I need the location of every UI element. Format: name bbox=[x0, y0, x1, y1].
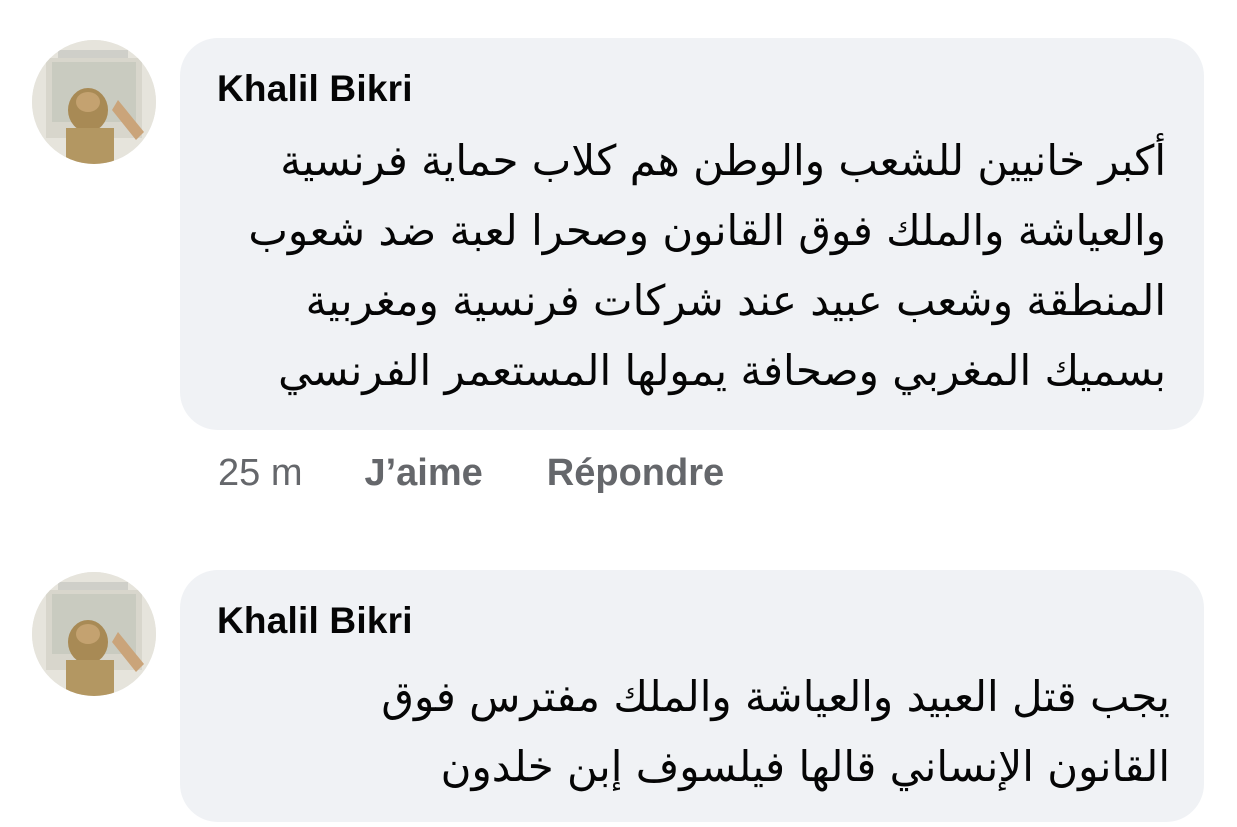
comment-text-line: يجب قتل العبيد والعياشة والملك مفترس فوق bbox=[381, 672, 1170, 721]
comment-text-line: أكبر خانيين للشعب والوطن هم كلاب حماية ف… bbox=[280, 136, 1166, 185]
comment: Khalil Bikri يجب قتل العبيد والعياشة وال… bbox=[0, 560, 1237, 827]
comment-bubble: Khalil Bikri يجب قتل العبيد والعياشة وال… bbox=[180, 570, 1204, 822]
comment-timestamp[interactable]: 25 m bbox=[218, 452, 302, 495]
reply-button[interactable]: Répondre bbox=[547, 452, 724, 495]
comment-text-line: المنطقة وشعب عبيد عند شركات فرنسية ومغرب… bbox=[305, 276, 1166, 325]
avatar[interactable] bbox=[32, 40, 156, 164]
comment: Khalil Bikri أكبر خانيين للشعب والوطن هم… bbox=[0, 0, 1237, 520]
like-button[interactable]: J’aime bbox=[364, 452, 482, 495]
comment-text: يجب قتل العبيد والعياشة والملك مفترس فوق… bbox=[210, 662, 1170, 802]
comment-author[interactable]: Khalil Bikri bbox=[217, 68, 413, 110]
comment-text-line: بسميك المغربي وصحافة يمولها المستعمر الف… bbox=[278, 346, 1166, 395]
comment-author[interactable]: Khalil Bikri bbox=[217, 600, 413, 642]
comment-text: أكبر خانيين للشعب والوطن هم كلاب حماية ف… bbox=[206, 126, 1166, 406]
comment-actions: 25 m J’aime Répondre bbox=[218, 452, 788, 495]
avatar-photo-icon bbox=[32, 40, 156, 164]
comment-bubble: Khalil Bikri أكبر خانيين للشعب والوطن هم… bbox=[180, 38, 1204, 430]
comment-text-line: القانون الإنساني قالها فيلسوف إبن خلدون bbox=[440, 742, 1170, 791]
avatar[interactable] bbox=[32, 572, 156, 696]
avatar-photo-icon bbox=[32, 572, 156, 696]
comment-text-line: والعياشة والملك فوق القانون وصحرا لعبة ض… bbox=[248, 206, 1166, 255]
